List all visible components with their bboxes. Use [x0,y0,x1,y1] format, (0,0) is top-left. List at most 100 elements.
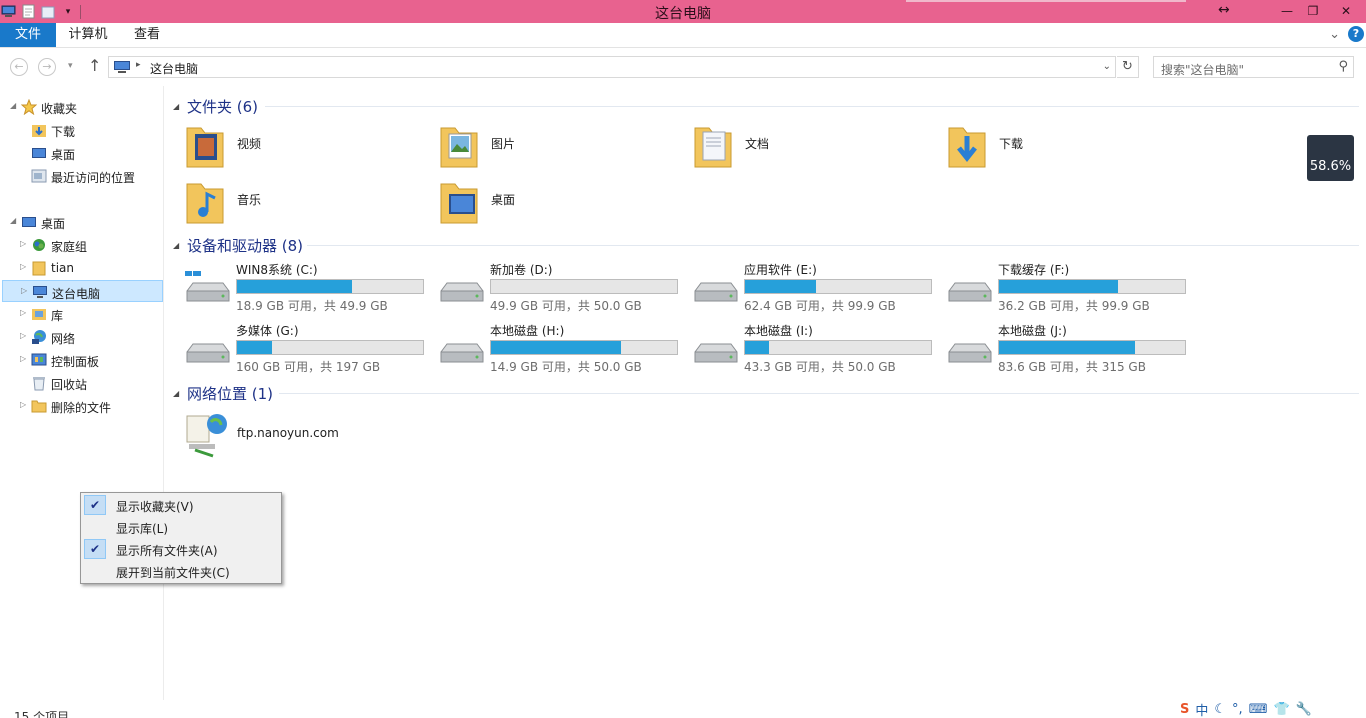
collapse-arrow-icon[interactable]: ◢ [173,102,179,111]
sidebar-item-downloads[interactable]: 下载 [0,119,163,141]
drive-usage-bar [744,340,932,355]
sidebar-item-this-pc[interactable]: ▷ 这台电脑 [2,280,163,302]
sidebar-item-deleted-files[interactable]: ▷ 删除的文件 [0,395,163,417]
drive-tile[interactable]: 本地磁盘 (J:) 83.6 GB 可用，共 315 GB [945,322,1193,376]
drive-tile[interactable]: 下载缓存 (F:) 36.2 GB 可用，共 99.9 GB [945,261,1193,315]
user-folder-icon [31,260,47,276]
expand-arrow-icon[interactable]: ▷ [20,308,26,317]
expand-arrow-icon[interactable]: ▷ [20,354,26,363]
section-header-network[interactable]: ◢ 网络位置 (1) [173,383,1359,403]
drive-free-space: 160 GB 可用，共 197 GB [236,360,381,374]
sidebar-item-recycle-bin[interactable]: 回收站 [0,372,163,394]
keyboard-icon[interactable]: ⌨ [1249,702,1268,717]
section-title: 设备和驱动器 (8) [187,237,304,255]
network-location-label: ftp.nanoyun.com [237,426,339,440]
menu-item-show-all-folders[interactable]: ✔ 显示所有文件夹(A) [83,538,279,560]
drive-tile[interactable]: 新加卷 (D:) 49.9 GB 可用，共 50.0 GB [437,261,685,315]
navigation-pane: ◢ 收藏夹 下载 桌面 最近访问的位置 ◢ 桌面 ▷ 家庭组 ▷ tian ▷ … [0,86,164,700]
address-bar[interactable]: ▸ 这台电脑 ⌄ [108,56,1116,78]
folder-documents[interactable]: 文档 [691,120,931,172]
search-icon[interactable]: ⚲ [1338,59,1348,74]
expand-arrow-icon[interactable]: ▷ [21,286,27,295]
hard-drive-icon [694,282,738,302]
collapse-ribbon-icon[interactable]: ⌄ [1329,27,1340,42]
performance-badge[interactable]: 58.6% [1307,135,1354,181]
search-input[interactable]: 搜索"这台电脑" [1161,61,1244,78]
forward-button[interactable]: → [38,58,56,76]
up-button[interactable]: ↑ [88,56,101,75]
sidebar-item-recent-places[interactable]: 最近访问的位置 [0,165,163,187]
drive-usage-bar [236,279,424,294]
sidebar-item-desktop[interactable]: ◢ 桌面 [0,211,163,233]
drive-tile[interactable]: 本地磁盘 (I:) 43.3 GB 可用，共 50.0 GB [691,322,939,376]
search-box[interactable]: 搜索"这台电脑" ⚲ [1153,56,1354,78]
close-button[interactable]: ✕ [1326,0,1366,22]
drive-tile[interactable]: 应用软件 (E:) 62.4 GB 可用，共 99.9 GB [691,261,939,315]
section-header-drives[interactable]: ◢ 设备和驱动器 (8) [173,235,1359,255]
drive-usage-fill [237,341,273,354]
sidebar-item-libraries[interactable]: ▷ 库 [0,303,163,325]
system-drive-icon [185,271,230,302]
tab-computer[interactable]: 计算机 [62,23,114,47]
expand-arrow-icon[interactable]: ▷ [20,331,26,340]
hard-drive-icon [440,282,484,302]
sidebar-item-desktop-favorite[interactable]: 桌面 [0,142,163,164]
drive-usage-bar [998,340,1186,355]
menu-item-label: 显示所有文件夹(A) [116,544,218,558]
folder-pictures[interactable]: 图片 [437,120,677,172]
collapse-arrow-icon[interactable]: ◢ [10,216,16,225]
drive-tile[interactable]: WIN8系统 (C:) 18.9 GB 可用，共 49.9 GB [183,261,431,315]
ime-logo-icon[interactable]: S [1180,702,1189,717]
sidebar-item-label: 网络 [51,332,76,346]
tab-file[interactable]: 文件 [0,23,56,47]
sidebar-item-favorites[interactable]: ◢ 收藏夹 [0,96,163,118]
tab-view[interactable]: 查看 [128,23,166,47]
ime-language-indicator[interactable]: 中 [1195,700,1208,718]
drive-label: 下载缓存 (F:) [998,263,1070,277]
drive-tile[interactable]: 本地磁盘 (H:) 14.9 GB 可用，共 50.0 GB [437,322,685,376]
sidebar-item-tian[interactable]: ▷ tian [0,257,163,279]
folder-music[interactable]: 音乐 [183,176,423,228]
address-dropdown-icon[interactable]: ⌄ [1103,61,1111,72]
hard-drive-icon [948,343,992,363]
status-item-count: 15 个项目 [14,710,70,718]
sidebar-item-label: 桌面 [41,217,66,231]
wrench-icon[interactable]: 🔧 [1296,702,1312,717]
expand-arrow-icon[interactable]: ▷ [20,239,26,248]
restore-button[interactable]: ❐ [1300,0,1326,22]
minimize-button[interactable]: — [1274,0,1300,22]
back-button[interactable]: ← [10,58,28,76]
help-icon[interactable]: ? [1348,26,1364,42]
network-location-ftp[interactable]: ftp.nanoyun.com [183,410,383,460]
menu-item-show-favorites[interactable]: ✔ 显示收藏夹(V) [83,494,279,516]
breadcrumb-this-pc[interactable]: 这台电脑 [150,60,198,77]
sidebar-item-network[interactable]: ▷ 网络 [0,326,163,348]
section-header-folders[interactable]: ◢ 文件夹 (6) [173,96,1359,116]
drive-usage-bar [490,279,678,294]
skin-icon[interactable]: 👕 [1273,702,1289,717]
folder-videos[interactable]: 视频 [183,120,423,172]
collapse-arrow-icon[interactable]: ◢ [173,389,179,398]
drive-free-space: 62.4 GB 可用，共 99.9 GB [744,299,896,313]
refresh-button[interactable]: ↻ [1117,56,1139,78]
collapse-arrow-icon[interactable]: ◢ [10,101,16,110]
folder-desktop[interactable]: 桌面 [437,176,677,228]
ribbon: 文件 计算机 查看 ⌄ ? [0,23,1366,48]
punctuation-icon[interactable]: °, [1232,702,1243,717]
menu-item-show-libraries[interactable]: 显示库(L) [83,516,279,538]
sidebar-item-homegroup[interactable]: ▷ 家庭组 [0,234,163,256]
recent-locations-icon[interactable]: ▾ [68,61,73,71]
expand-arrow-icon[interactable]: ▷ [20,262,26,271]
sidebar-item-control-panel[interactable]: ▷ 控制面板 [0,349,163,371]
network-location-icon [186,414,227,458]
folder-downloads[interactable]: 下载 [945,120,1185,172]
menu-item-expand-to-current[interactable]: 展开到当前文件夹(C) [83,560,279,582]
drive-usage-fill [999,280,1119,293]
expand-arrow-icon[interactable]: ▷ [20,400,26,409]
moon-icon[interactable]: ☾ [1214,702,1226,717]
drive-usage-bar [744,279,932,294]
breadcrumb-separator[interactable]: ▸ [136,60,141,70]
collapse-arrow-icon[interactable]: ◢ [173,241,179,250]
resize-icon[interactable]: ↔ [1218,2,1230,18]
drive-tile[interactable]: 多媒体 (G:) 160 GB 可用，共 197 GB [183,322,431,376]
